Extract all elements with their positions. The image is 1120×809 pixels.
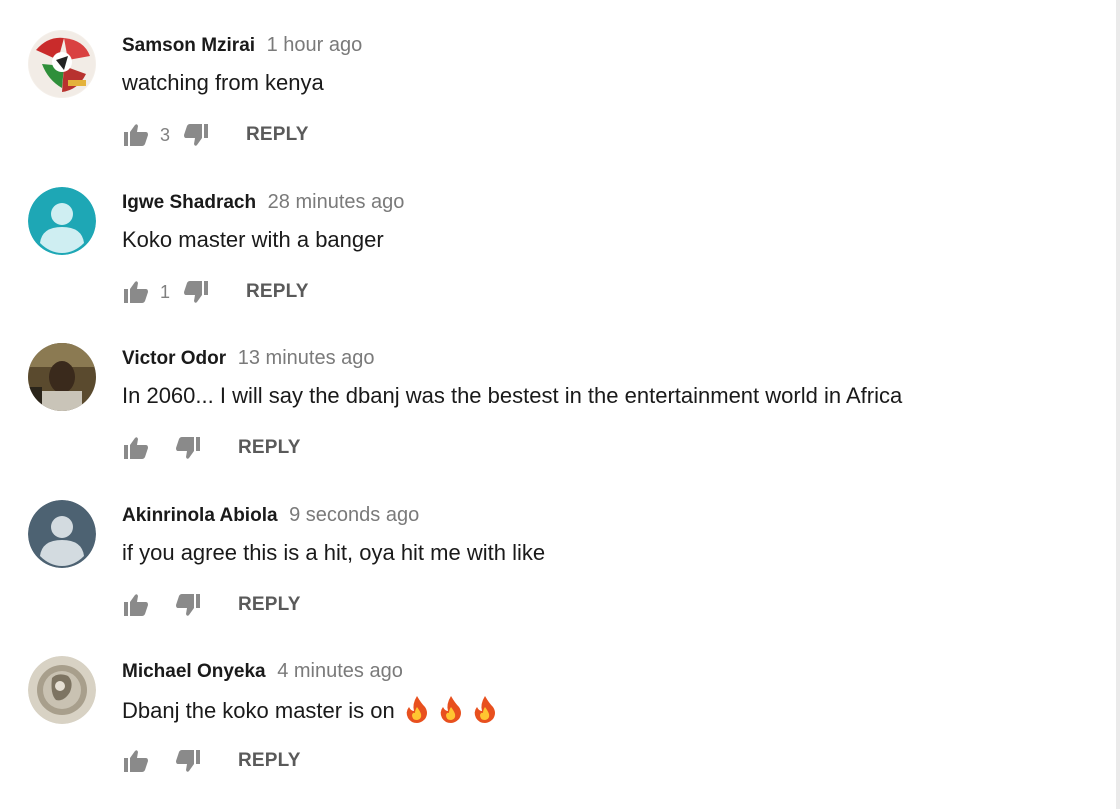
comment-timestamp[interactable]: 4 minutes ago xyxy=(277,660,403,682)
comment-item: Akinrinola Abiola 9 seconds ago if you a… xyxy=(0,470,1100,620)
thumbs-up-icon[interactable] xyxy=(122,121,150,149)
comment-timestamp[interactable]: 28 minutes ago xyxy=(268,191,405,213)
comment-text: Koko master with a banger xyxy=(122,227,384,252)
comment-actions: 1 REPLY xyxy=(122,277,309,307)
avatar[interactable] xyxy=(28,500,96,568)
comment-actions: REPLY xyxy=(122,590,301,620)
thumbs-up-icon[interactable] xyxy=(122,747,150,775)
reply-button[interactable]: REPLY xyxy=(238,437,301,459)
thumbs-up-icon[interactable] xyxy=(122,278,150,306)
avatar[interactable] xyxy=(28,343,96,411)
fire-emoji-icon xyxy=(439,695,463,730)
comment-header: Samson Mzirai 1 hour ago xyxy=(122,33,362,58)
author-name[interactable]: Akinrinola Abiola xyxy=(122,505,278,526)
comment-item: Victor Odor 13 minutes ago In 2060... I … xyxy=(0,313,1100,463)
thumbs-down-icon[interactable] xyxy=(174,591,202,619)
scrollbar-edge xyxy=(1116,0,1120,809)
comment-item: Samson Mzirai 1 hour ago watching from k… xyxy=(0,0,1100,150)
comment-actions: REPLY xyxy=(122,433,301,463)
thumbs-up-icon[interactable] xyxy=(122,591,150,619)
thumbs-down-icon[interactable] xyxy=(182,121,210,149)
comment-text-body: Dbanj the koko master is on xyxy=(122,698,395,723)
reply-button[interactable]: REPLY xyxy=(238,594,301,616)
comment-header: Michael Onyeka 4 minutes ago xyxy=(122,659,403,684)
comment-header: Victor Odor 13 minutes ago xyxy=(122,346,375,371)
comment-timestamp[interactable]: 1 hour ago xyxy=(267,34,363,56)
comment-text: if you agree this is a hit, oya hit me w… xyxy=(122,540,546,565)
comment-actions: REPLY xyxy=(122,746,301,776)
comment-header: Igwe Shadrach 28 minutes ago xyxy=(122,190,404,215)
comment-header: Akinrinola Abiola 9 seconds ago xyxy=(122,503,419,528)
like-count: 1 xyxy=(160,281,171,302)
author-name[interactable]: Samson Mzirai xyxy=(122,35,255,56)
comment-timestamp[interactable]: 9 seconds ago xyxy=(289,504,419,526)
thumbs-down-icon[interactable] xyxy=(182,278,210,306)
comment-item: Michael Onyeka 4 minutes ago Dbanj the k… xyxy=(0,626,1100,776)
reply-button[interactable]: REPLY xyxy=(246,281,309,303)
comment-text: Dbanj the koko master is on xyxy=(122,695,497,730)
reply-button[interactable]: REPLY xyxy=(238,750,301,772)
reply-button[interactable]: REPLY xyxy=(246,124,309,146)
comment-text: watching from kenya xyxy=(122,70,324,95)
avatar[interactable] xyxy=(28,656,96,724)
fire-emoji-icon xyxy=(405,695,429,730)
author-name[interactable]: Igwe Shadrach xyxy=(122,192,256,213)
like-count: 3 xyxy=(160,124,171,145)
thumbs-up-icon[interactable] xyxy=(122,434,150,462)
comment-timestamp[interactable]: 13 minutes ago xyxy=(238,347,375,369)
comment-item: Igwe Shadrach 28 minutes ago Koko master… xyxy=(0,157,1100,307)
comment-text: In 2060... I will say the dbanj was the … xyxy=(122,383,903,408)
fire-emoji-icon xyxy=(473,695,497,730)
avatar[interactable] xyxy=(28,30,96,98)
author-name[interactable]: Michael Onyeka xyxy=(122,661,266,682)
thumbs-down-icon[interactable] xyxy=(174,747,202,775)
author-name[interactable]: Victor Odor xyxy=(122,348,226,369)
avatar[interactable] xyxy=(28,187,96,255)
comment-actions: 3 REPLY xyxy=(122,120,309,150)
thumbs-down-icon[interactable] xyxy=(174,434,202,462)
